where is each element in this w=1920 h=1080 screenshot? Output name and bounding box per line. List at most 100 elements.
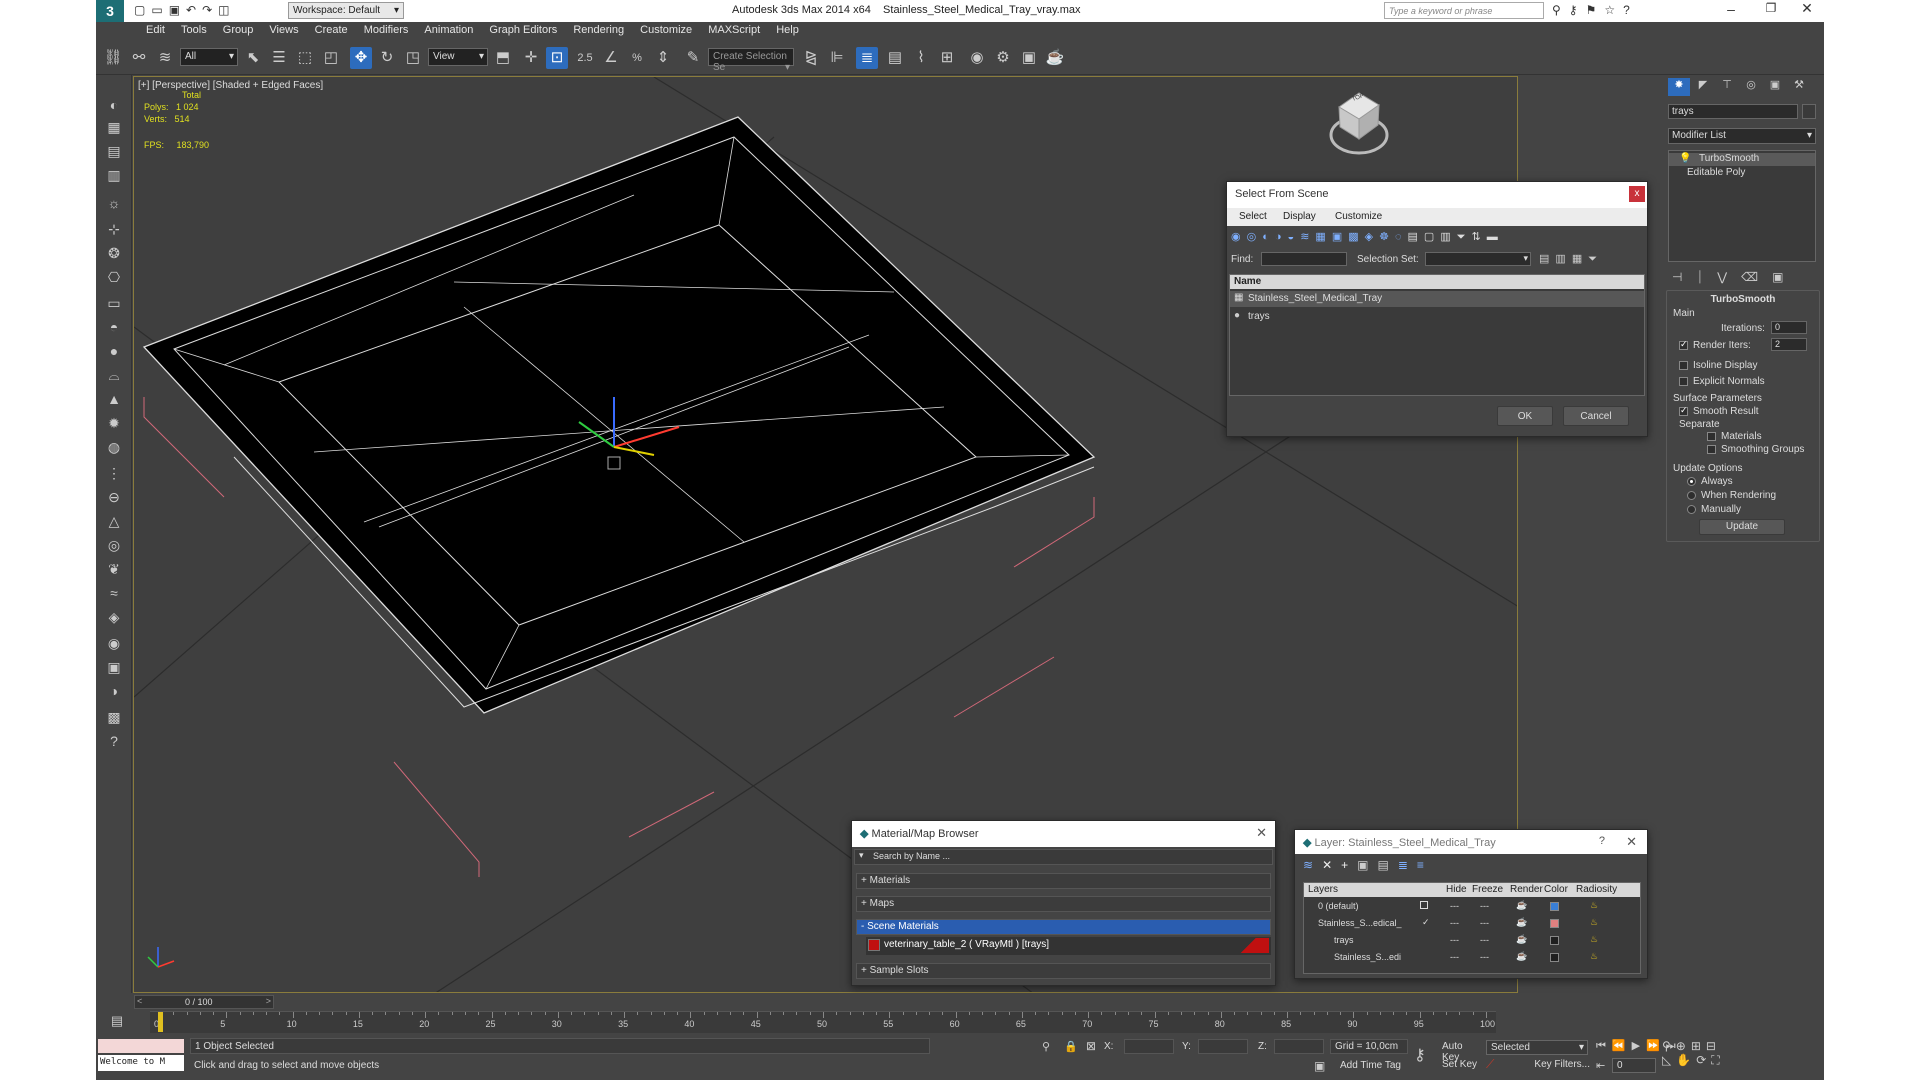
select-all-icon[interactable]: ▤ — [1408, 231, 1424, 243]
zoom-icon[interactable]: ⚲ — [1662, 1039, 1676, 1053]
motion-tab-icon[interactable]: ◎ — [1740, 78, 1762, 96]
display-hidden-icon[interactable]: ◌ — [1395, 231, 1408, 243]
display-tab-icon[interactable]: ▣ — [1764, 78, 1786, 96]
save-icon[interactable]: ▣ — [169, 3, 186, 17]
update-always-radio[interactable] — [1687, 477, 1696, 486]
time-tag-icon[interactable]: ▣ — [1314, 1059, 1325, 1073]
key-icon[interactable]: ⚷ — [1569, 3, 1586, 17]
key-mode-toggle-icon[interactable]: ⇤ — [1596, 1059, 1605, 1072]
hide-toggle[interactable]: --- — [1450, 901, 1459, 911]
radiosity-icon[interactable]: ♨ — [1590, 900, 1598, 911]
object-name-field[interactable]: trays — [1668, 104, 1798, 119]
col-radiosity[interactable]: Radiosity — [1576, 884, 1617, 895]
dialog-menu-display[interactable]: Display — [1283, 211, 1316, 222]
particles-icon[interactable]: ❂ — [104, 243, 124, 263]
utilities-tab-icon[interactable]: ⚒ — [1788, 78, 1810, 96]
add-to-layer-icon[interactable]: + — [1341, 858, 1357, 872]
table-icon[interactable]: ▥ — [104, 165, 124, 185]
render-production-icon[interactable]: ☕ — [1044, 47, 1066, 69]
app-logo[interactable]: 3 — [96, 0, 124, 22]
browser-search-input[interactable]: ▾ Search by Name ... — [854, 849, 1273, 865]
col-freeze[interactable]: Freeze — [1472, 884, 1503, 895]
track-bar[interactable]: 0 5 10 15 20 25 30 35 40 45 50 55 60 65 70 75 80 85 90 95 10… — [150, 1011, 1496, 1033]
time-slider-head[interactable] — [158, 1012, 163, 1032]
menu-group[interactable]: Group — [223, 22, 254, 38]
layer-row[interactable]: 0 (default) --- --- ☕ ♨ — [1304, 899, 1640, 915]
create-set-icon[interactable]: ▤ — [1539, 253, 1555, 265]
hemisphere-icon[interactable]: ◓ — [104, 317, 124, 337]
scene-materials-group[interactable]: - Scene Materials — [856, 919, 1271, 935]
browser-close-button[interactable]: ✕ — [1256, 825, 1267, 841]
menu-tools[interactable]: Tools — [181, 22, 207, 38]
hide-toggle[interactable]: --- — [1450, 918, 1459, 928]
freeze-toggle[interactable]: --- — [1480, 901, 1489, 911]
configure-modifier-icon[interactable]: ▣ — [1772, 270, 1797, 284]
display-lights-icon[interactable]: ◐ — [1262, 231, 1275, 243]
maps-group[interactable]: + Maps — [856, 896, 1271, 912]
menu-maxscript[interactable]: MAXScript — [708, 22, 760, 38]
select-and-scale-icon[interactable]: ◳ — [402, 47, 424, 69]
current-frame-field[interactable]: 0 — [1612, 1058, 1656, 1073]
explicit-normals-checkbox[interactable] — [1679, 377, 1688, 386]
hold-icon[interactable]: ◫ — [218, 3, 235, 17]
radiosity-icon[interactable]: ♨ — [1590, 951, 1598, 962]
menu-create[interactable]: Create — [315, 22, 348, 38]
lock-icon[interactable]: 🔒 — [1064, 1040, 1078, 1053]
menu-rendering[interactable]: Rendering — [573, 22, 624, 38]
col-layers[interactable]: Layers — [1308, 884, 1338, 895]
select-and-move-icon[interactable]: ✥ — [350, 47, 372, 69]
isolate-icon[interactable]: ⚲ — [1042, 1040, 1050, 1053]
render-setup-icon[interactable]: ⚙ — [992, 47, 1014, 69]
play-icon[interactable]: ▶ — [1632, 1040, 1646, 1052]
browser-menu-arrow-icon[interactable]: ▾ — [859, 850, 864, 861]
pan-icon[interactable]: ✋ — [1676, 1053, 1696, 1067]
percent-snap-icon[interactable]: % — [626, 47, 648, 69]
angle-snap-icon[interactable]: ∠ — [600, 47, 622, 69]
schematic-view-icon[interactable]: ⊞ — [936, 47, 958, 69]
hair-icon[interactable]: ≈ — [104, 583, 124, 603]
layer-row[interactable]: Stainless_S...edi --- --- ☕ ♨ — [1304, 950, 1640, 966]
key-mode-icon[interactable]: ⟋ — [1486, 1057, 1494, 1072]
tube-icon[interactable]: ⊖ — [104, 487, 124, 507]
maximize-viewport-icon[interactable]: ⛶ — [1711, 1053, 1724, 1067]
zoom-extents-all-icon[interactable]: ⊟ — [1706, 1039, 1721, 1053]
field-of-view-icon[interactable]: ◺ — [1662, 1053, 1676, 1067]
window-crossing-icon[interactable]: ◰ — [320, 47, 342, 69]
vray-icon[interactable]: ◑ — [104, 681, 124, 701]
find-input[interactable] — [1261, 252, 1347, 266]
freeze-toggle[interactable]: --- — [1480, 935, 1489, 945]
globe-icon[interactable]: ◎ — [104, 535, 124, 555]
camera-icon[interactable]: ⎔ — [104, 267, 124, 287]
new-icon[interactable]: ▢ — [134, 3, 151, 17]
selection-filter-dropdown[interactable]: All ▾ — [180, 48, 238, 66]
help-search-input[interactable]: Type a keyword or phrase — [1384, 2, 1544, 19]
filter-icon[interactable]: ⏷ — [1457, 231, 1472, 243]
separate-materials-checkbox[interactable] — [1707, 432, 1716, 441]
layer-manager-icon[interactable]: ≣ — [856, 47, 878, 69]
update-button[interactable]: Update — [1699, 519, 1785, 535]
layer-row[interactable]: trays --- --- ☕ ♨ — [1304, 933, 1640, 949]
sort-icon[interactable]: ⇅ — [1472, 231, 1487, 243]
box-icon[interactable]: ▭ — [104, 293, 124, 313]
layer-list[interactable]: Layers Hide Freeze Render Color Radiosit… — [1303, 882, 1641, 974]
display-shapes-icon[interactable]: ◎ — [1247, 231, 1263, 243]
key-selection-dropdown[interactable]: Selected ▾ — [1486, 1040, 1588, 1055]
helper-icon[interactable]: ⊹ — [104, 219, 124, 239]
pyramid-icon[interactable]: △ — [104, 511, 124, 531]
layer-color-swatch[interactable] — [1550, 936, 1559, 945]
select-layer-objects-icon[interactable]: ▣ — [1357, 858, 1377, 872]
create-layer-icon[interactable]: ≋ — [1303, 858, 1322, 872]
sample-slots-group[interactable]: + Sample Slots — [856, 963, 1271, 979]
sphere-icon[interactable]: ● — [104, 341, 124, 361]
help-icon[interactable]: ? — [1623, 3, 1638, 17]
select-none-icon[interactable]: ▢ — [1424, 231, 1440, 243]
menu-modifiers[interactable]: Modifiers — [364, 22, 409, 38]
menu-customize[interactable]: Customize — [640, 22, 692, 38]
document-icon[interactable]: ▤ — [104, 141, 124, 161]
reference-coordinate-dropdown[interactable]: View ▾ — [428, 48, 488, 66]
star-icon[interactable]: ☆ — [1604, 3, 1623, 17]
go-to-start-icon[interactable]: ⏮ — [1596, 1040, 1612, 1052]
frame-buffer-icon[interactable]: ▩ — [104, 707, 124, 727]
create-tab-icon[interactable]: ✸ — [1668, 78, 1690, 96]
select-and-rotate-icon[interactable]: ↻ — [376, 47, 398, 69]
